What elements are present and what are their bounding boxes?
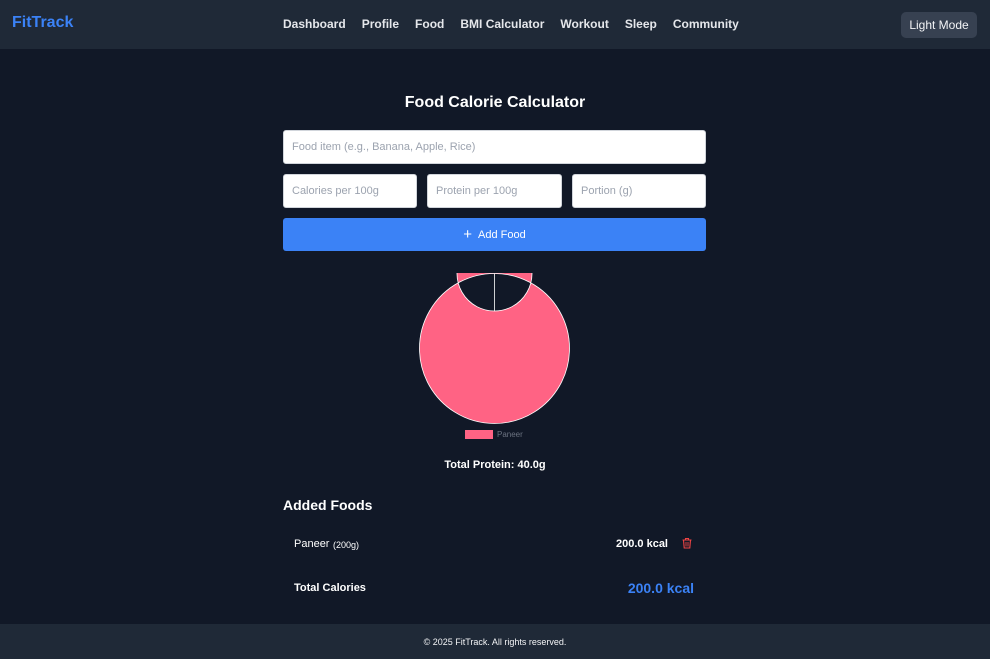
total-calories-label: Total Calories xyxy=(294,582,366,594)
food-item-input[interactable] xyxy=(283,130,706,164)
total-protein: Total Protein: 40.0g xyxy=(444,459,546,471)
plus-icon: + xyxy=(463,225,473,243)
add-food-label: Add Food xyxy=(478,228,526,241)
total-calories-value: 200.0 kcal xyxy=(627,580,694,596)
protein-input[interactable] xyxy=(427,174,562,208)
nav-workout[interactable]: Workout xyxy=(560,17,608,31)
nav-food[interactable]: Food xyxy=(415,17,444,31)
calories-input[interactable] xyxy=(283,174,417,208)
nav-profile[interactable]: Profile xyxy=(362,17,399,31)
trash-icon[interactable] xyxy=(681,537,693,549)
food-name: Paneer xyxy=(294,538,330,550)
nav-links: Dashboard Profile Food BMI Calculator Wo… xyxy=(283,17,755,31)
nav-sleep[interactable]: Sleep xyxy=(625,17,657,31)
nav-bmi-calculator[interactable]: BMI Calculator xyxy=(460,17,544,31)
theme-toggle-button[interactable]: Light Mode xyxy=(901,12,977,38)
nav-dashboard[interactable]: Dashboard xyxy=(283,17,346,31)
donut-chart-svg xyxy=(419,235,570,424)
food-kcal: 200.0 kcal xyxy=(616,538,668,550)
added-foods-heading: Added Foods xyxy=(283,497,373,513)
chart-legend: Paneer xyxy=(465,430,523,439)
nav-community[interactable]: Community xyxy=(673,17,739,31)
portion-input[interactable] xyxy=(572,174,706,208)
add-food-button[interactable]: + Add Food xyxy=(283,218,706,251)
footer: © 2025 FitTrack. All rights reserved. xyxy=(0,624,990,659)
food-portion: (200g) xyxy=(333,540,360,550)
total-calories-row: Total Calories 200.0 kcal xyxy=(283,574,706,602)
page-title: Food Calorie Calculator xyxy=(404,94,586,111)
legend-swatch[interactable] xyxy=(465,430,493,439)
footer-copyright: © 2025 FitTrack. All rights reserved. xyxy=(423,636,567,647)
brand-logo[interactable]: FitTrack xyxy=(12,14,73,32)
food-list-item: Paneer (200g) 200.0 kcal xyxy=(283,528,706,560)
calorie-chart xyxy=(419,235,570,424)
navbar: FitTrack Dashboard Profile Food BMI Calc… xyxy=(0,0,990,49)
legend-label: Paneer xyxy=(497,430,523,439)
